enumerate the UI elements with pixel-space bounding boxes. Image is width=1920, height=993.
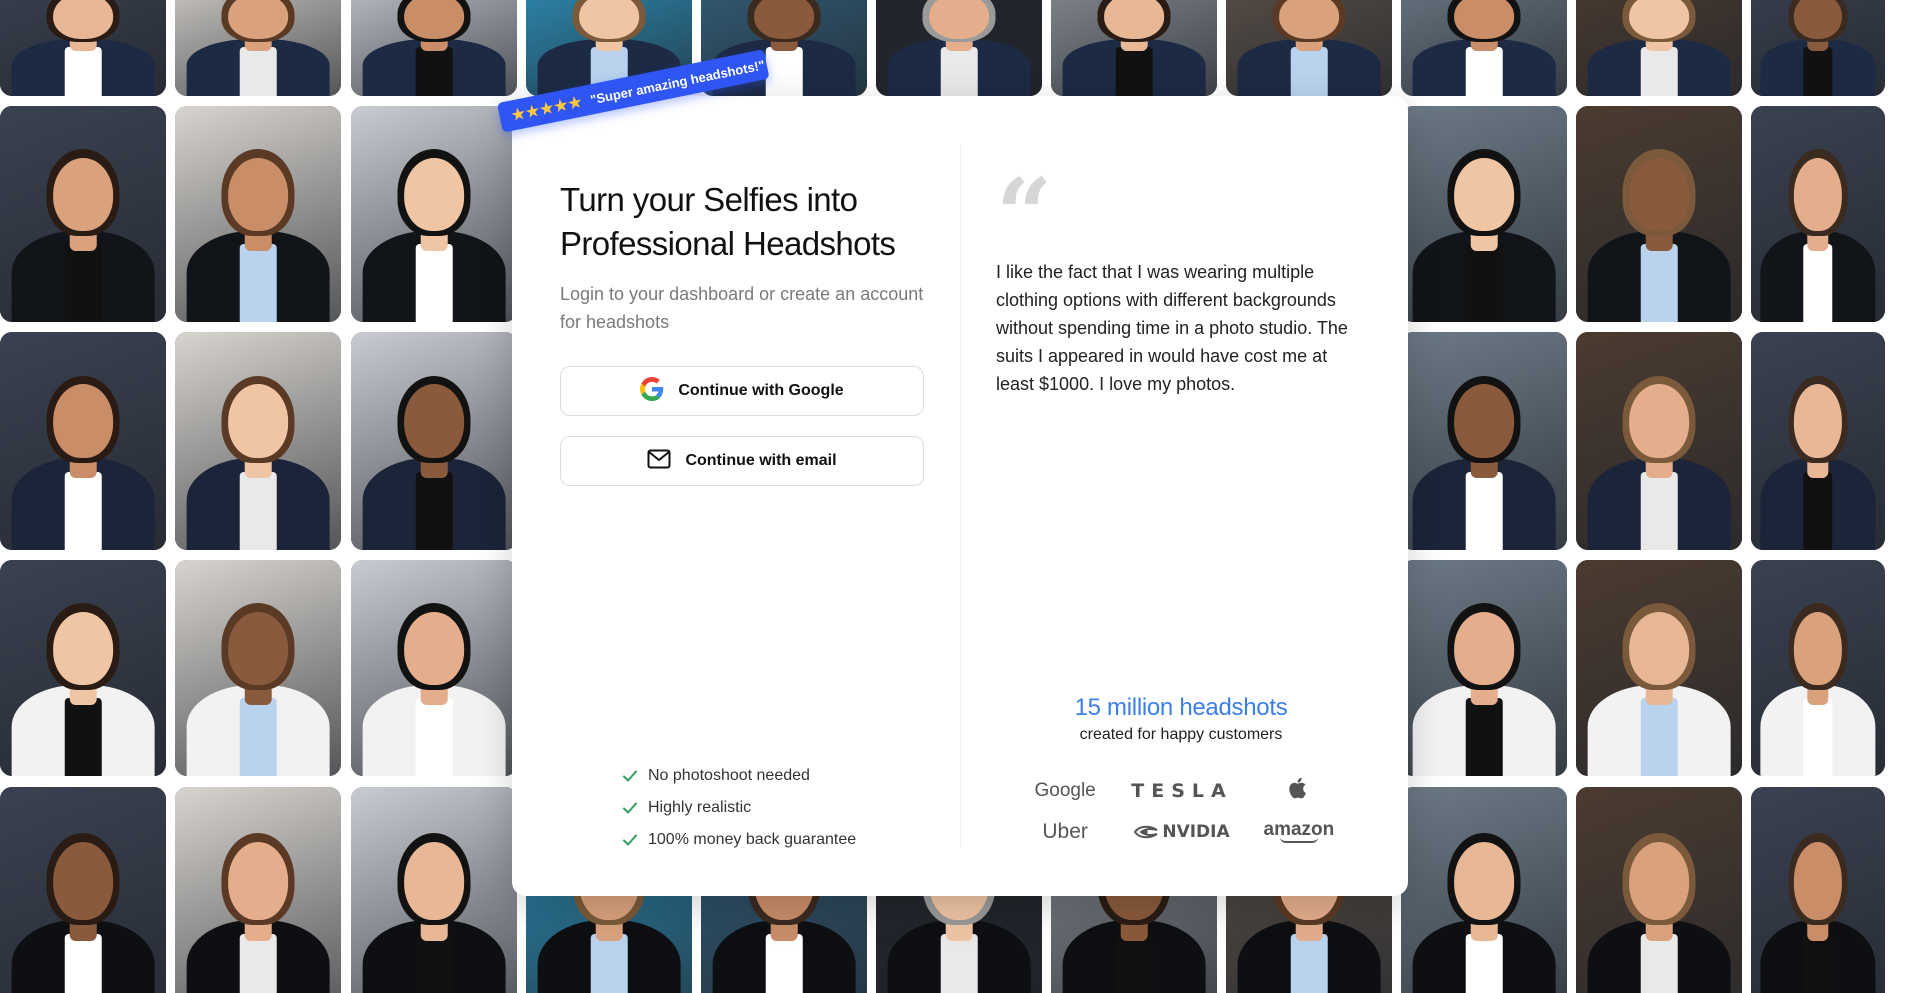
headshot-photo: [1576, 0, 1742, 96]
headshot-photo: [1051, 0, 1217, 96]
headshot-photo: [175, 560, 341, 776]
continue-with-google-button[interactable]: Continue with Google: [560, 366, 924, 416]
login-section: Turn your Selfies into Professional Head…: [560, 178, 926, 486]
feature-label: No photoshoot needed: [648, 767, 810, 784]
stat-number: 15 million headshots: [1074, 694, 1288, 721]
feature-label: Highly realistic: [648, 799, 752, 816]
headshot-photo: [0, 332, 166, 550]
headshot-photo: [175, 787, 341, 993]
headshot-photo: [1226, 0, 1392, 96]
nvidia-eye-icon: [1134, 825, 1158, 839]
check-icon: [623, 770, 637, 782]
headshot-photo: [0, 0, 166, 96]
check-icon: [623, 802, 637, 814]
continue-with-email-button[interactable]: Continue with email: [560, 436, 924, 486]
headshot-photo: [351, 332, 517, 550]
headshot-photo: [175, 332, 341, 550]
headshot-photo: [1401, 0, 1567, 96]
headshot-photo: [175, 0, 341, 96]
nvidia-wordmark: NVIDIA: [1162, 822, 1230, 842]
headshot-photo: [1751, 787, 1885, 993]
headshot-photo: [0, 106, 166, 322]
feature-item: Highly realistic: [622, 792, 856, 824]
headshot-photo: [351, 0, 517, 96]
email-button-label: Continue with email: [685, 452, 837, 469]
apple-logo-icon: [1288, 776, 1310, 806]
headshot-photo: [1576, 106, 1742, 322]
feature-list: No photoshoot needed Highly realistic 10…: [622, 760, 856, 856]
headshot-stat: 15 million headshots created for happy c…: [996, 694, 1366, 744]
customer-logos: Google TESLA Uber NVIDIA amazon: [1012, 776, 1352, 844]
headshot-photo: [1401, 106, 1567, 322]
headshot-photo: [0, 560, 166, 776]
page-subtitle: Login to your dashboard or create an acc…: [560, 284, 924, 332]
page-title: Turn your Selfies into Professional Head…: [560, 181, 896, 262]
amazon-logo: amazon: [1264, 820, 1334, 843]
feature-item: 100% money back guarantee: [622, 824, 856, 856]
quote-mark-icon: “: [996, 158, 1053, 273]
check-icon: [623, 834, 637, 846]
tesla-logo: TESLA: [1131, 780, 1233, 802]
feature-label: 100% money back guarantee: [648, 831, 857, 848]
google-logo: Google: [1034, 780, 1096, 801]
google-icon: [640, 376, 664, 406]
headshot-photo: [0, 787, 166, 993]
headshot-photo: [351, 106, 517, 322]
headshot-photo: [1751, 0, 1885, 96]
uber-logo: Uber: [1042, 820, 1088, 843]
card-divider: [960, 144, 961, 848]
headshot-photo: [351, 560, 517, 776]
headshot-photo: [1401, 560, 1567, 776]
nvidia-logo: NVIDIA: [1134, 822, 1230, 842]
feature-item: No photoshoot needed: [622, 760, 856, 792]
amazon-smile-icon: [1279, 837, 1318, 843]
login-card: Turn your Selfies into Professional Head…: [512, 96, 1408, 896]
headshot-photo: [876, 0, 1042, 96]
envelope-icon: [647, 449, 671, 474]
headshot-photo: [1576, 787, 1742, 993]
headshot-photo: [1576, 560, 1742, 776]
headshot-photo: [1576, 332, 1742, 550]
headshot-photo: [1401, 332, 1567, 550]
headshot-photo: [1401, 787, 1567, 993]
testimonial-section: “ I like the fact that I was wearing mul…: [996, 158, 1366, 398]
headshot-photo: [1751, 106, 1885, 322]
stat-caption: created for happy customers: [1079, 726, 1283, 743]
testimonial-text: I like the fact that I was wearing multi…: [996, 262, 1348, 394]
headshot-photo: [351, 787, 517, 993]
google-button-label: Continue with Google: [678, 382, 844, 399]
headshot-photo: [1751, 332, 1885, 550]
headshot-photo: [175, 106, 341, 322]
headshot-photo: [1751, 560, 1885, 776]
